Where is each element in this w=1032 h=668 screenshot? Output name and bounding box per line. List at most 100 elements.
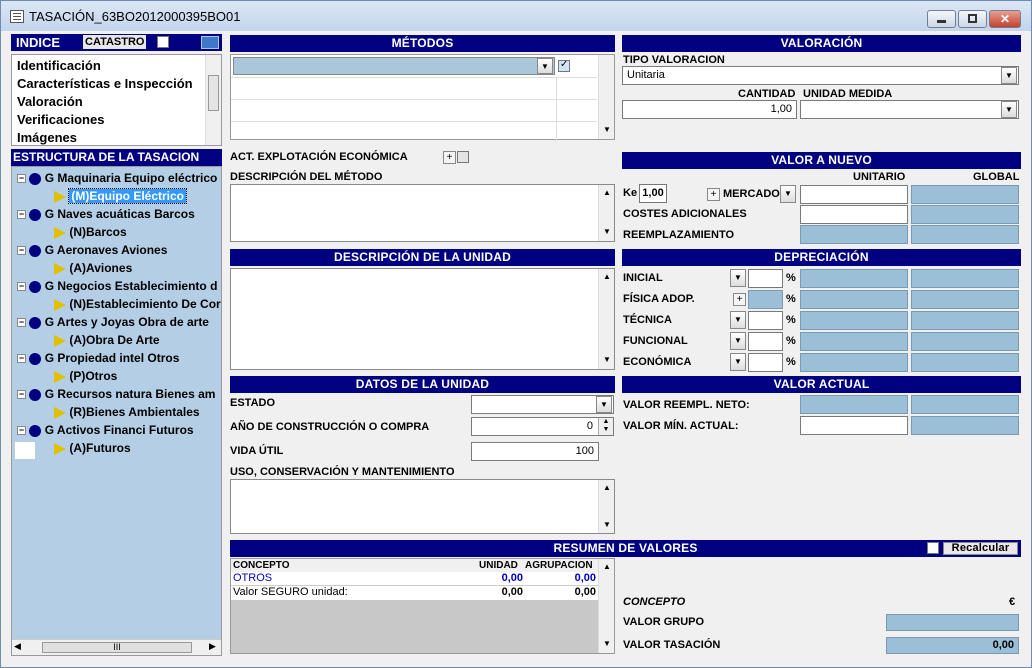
tree-group-node[interactable]: − G Negocios Establecimiento d (17, 277, 217, 295)
recalcular-button[interactable]: Recalcular (943, 542, 1018, 555)
close-button[interactable]: ✕ (989, 10, 1021, 28)
list-view-icon[interactable] (201, 36, 219, 49)
anio-spinner[interactable]: ▲ ▼ (598, 418, 613, 435)
dep-dropdown[interactable]: ▼ (730, 311, 746, 329)
tree-group-node[interactable]: − G Maquinaria Equipo eléctrico (17, 169, 217, 187)
mercado-unitario[interactable] (800, 185, 908, 204)
tree-group-node[interactable]: − G Naves acuáticas Barcos (17, 205, 195, 223)
tree-group-node[interactable]: − G Activos Financi Futuros (17, 421, 194, 439)
dep-global (911, 311, 1019, 330)
resumen-scrollbar[interactable]: ▲ ▼ (598, 559, 614, 653)
index-item-imagenes[interactable]: Imágenes (17, 130, 77, 145)
ke-input[interactable]: 1,00 (639, 184, 667, 203)
collapse-icon[interactable]: − (17, 282, 26, 292)
resumen-row[interactable]: Valor SEGURO unidad: 0,00 0,00 (231, 586, 598, 600)
index-item-identificacion[interactable]: Identificación (17, 58, 101, 73)
recalcular-checkbox[interactable] (927, 542, 939, 554)
arrow-icon (54, 226, 66, 239)
index-scrollbar[interactable] (205, 55, 221, 145)
collapse-icon[interactable]: − (17, 426, 26, 436)
dep-dropdown[interactable]: ▼ (730, 332, 746, 350)
valor-tasacion-label: VALOR TASACIÓN (623, 639, 721, 651)
group-dot-icon (29, 352, 42, 365)
costes-unitario[interactable] (800, 205, 908, 224)
pct-symbol: % (786, 314, 796, 326)
tree-child-node[interactable]: (A)Aviones (54, 259, 132, 277)
index-item-caracteristicas[interactable]: Características e Inspección (17, 76, 193, 91)
dep-global (911, 269, 1019, 288)
index-item-verificaciones[interactable]: Verificaciones (17, 112, 104, 127)
tree-group-node[interactable]: − G Propiedad intel Otros (17, 349, 179, 367)
dep-pct-input[interactable] (748, 311, 783, 330)
act-checkbox[interactable] (457, 151, 469, 163)
window-title: TASACIÓN_63BO2012000395BO01 (29, 9, 241, 24)
metodo-select[interactable]: ▼ (233, 57, 555, 75)
depreciacion-header: DEPRECIACIÓN (622, 249, 1021, 266)
anio-input[interactable]: 0 (471, 417, 614, 436)
dep-pct-input[interactable] (748, 269, 783, 288)
tree-child-node[interactable]: (N)Establecimiento De Cor (54, 295, 221, 313)
maximize-button[interactable] (958, 10, 987, 28)
col-concepto: CONCEPTO (233, 560, 290, 571)
tipo-valoracion-select[interactable]: Unitaria ▼ (622, 66, 1019, 85)
cantidad-input[interactable]: 1,00 (622, 100, 797, 119)
min-actual-unitario[interactable] (800, 416, 908, 435)
reemplazamiento-unitario (800, 225, 908, 244)
act-add-button[interactable]: + (443, 151, 456, 164)
dep-dropdown[interactable]: ▼ (730, 353, 746, 371)
metodos-scrollbar[interactable]: ▼ (598, 55, 614, 139)
resumen-title: RESUMEN DE VALORES (553, 541, 698, 555)
resumen-concepto: Valor SEGURO unidad: (233, 586, 348, 598)
tree-child-node[interactable]: (M)Equipo Eléctrico (54, 187, 188, 205)
dep-pct-input[interactable] (748, 353, 783, 372)
collapse-icon[interactable]: − (17, 354, 26, 364)
uso-textarea[interactable]: ▲ ▼ (230, 479, 615, 534)
title-bar: TASACIÓN_63BO2012000395BO01 ✕ (1, 1, 1031, 31)
dep-pct-input[interactable] (748, 332, 783, 351)
desc-metodo-textarea[interactable]: ▲ ▼ (230, 184, 615, 242)
resumen-row[interactable]: OTROS 0,00 0,00 (231, 572, 598, 586)
arrow-icon (54, 190, 66, 203)
tree-group-node[interactable]: − G Artes y Joyas Obra de arte (17, 313, 209, 331)
unidad-medida-select[interactable]: ▼ (800, 100, 1019, 119)
vida-util-input[interactable]: 100 (471, 442, 599, 461)
index-item-valoracion[interactable]: Valoración (17, 94, 83, 109)
metodo-checkbox[interactable]: ✓ (558, 59, 570, 72)
tree-child-label: (N)Barcos (69, 225, 127, 239)
tree-child-label: (R)Bienes Ambientales (69, 405, 200, 419)
resumen-header: RESUMEN DE VALORES Recalcular (230, 540, 1021, 557)
group-dot-icon (29, 244, 42, 257)
collapse-icon[interactable]: − (17, 210, 26, 220)
collapse-icon[interactable]: − (17, 246, 26, 256)
minimize-button[interactable] (927, 10, 956, 28)
dep-global (911, 332, 1019, 351)
dep-dropdown[interactable]: ▼ (730, 269, 746, 287)
fisica-add-button[interactable]: + (733, 293, 746, 306)
desc-unidad-textarea[interactable]: ▲ ▼ (230, 268, 615, 370)
tree-child-node[interactable]: (A)Futuros (54, 439, 131, 457)
reempl-neto-label: VALOR REEMPL. NETO: (623, 399, 750, 411)
tree-child-label: (A)Aviones (69, 261, 133, 275)
tree-child-node[interactable]: (P)Otros (54, 367, 117, 385)
tipo-valoracion-label: TIPO VALORACION (623, 54, 725, 66)
dep-label: INICIAL (623, 272, 663, 284)
collapse-icon[interactable]: − (17, 174, 26, 184)
min-actual-label: VALOR MÍN. ACTUAL: (623, 420, 739, 432)
tree-hscrollbar[interactable]: ◀ III ▶ (12, 639, 221, 655)
tree-child-node[interactable]: (N)Barcos (54, 223, 127, 241)
group-dot-icon (29, 388, 42, 401)
collapse-icon[interactable]: − (17, 390, 26, 400)
tree-child-node[interactable]: (R)Bienes Ambientales (54, 403, 200, 421)
global-label: GLOBAL (973, 171, 1020, 183)
resumen-unidad: 0,00 (501, 586, 523, 598)
hscroll-thumb[interactable]: III (42, 642, 192, 653)
mercado-add-button[interactable]: + (707, 188, 720, 201)
tree-child-node[interactable]: (A)Obra De Arte (54, 331, 160, 349)
tree-group-label: G Recursos natura Bienes am (44, 387, 216, 401)
catastro-checkbox[interactable] (157, 36, 169, 48)
tree-group-node[interactable]: − G Aeronaves Aviones (17, 241, 167, 259)
mercado-dropdown[interactable]: ▼ (780, 185, 796, 203)
estado-select[interactable]: ▼ (471, 395, 614, 414)
tree-group-node[interactable]: − G Recursos natura Bienes am (17, 385, 215, 403)
collapse-icon[interactable]: − (17, 318, 26, 328)
